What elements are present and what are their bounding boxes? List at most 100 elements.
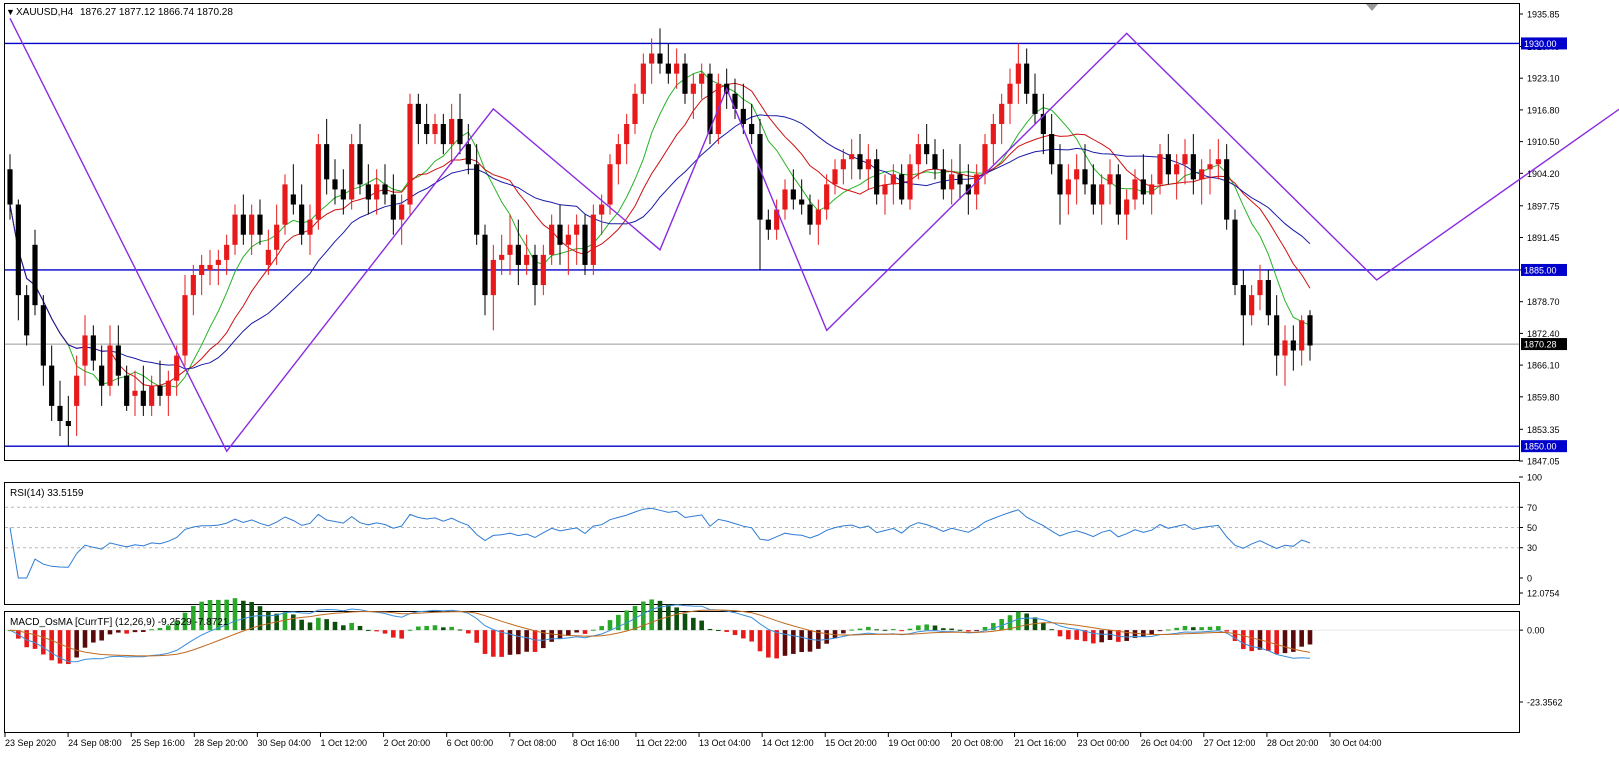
candle-body	[182, 295, 188, 356]
macd-histogram-bar	[1199, 627, 1204, 631]
y-tick-label: 1891.45	[1527, 233, 1560, 243]
price-tag-label: 1930.00	[1524, 39, 1557, 49]
macd-histogram-bar	[732, 630, 738, 635]
candle-body	[199, 264, 205, 276]
candle-body	[7, 169, 13, 205]
macd-histogram-bar	[432, 625, 438, 631]
candle-body	[690, 83, 696, 94]
macd-histogram-bar	[607, 620, 613, 631]
candle-body	[399, 204, 405, 220]
macd-histogram-bar	[957, 629, 963, 631]
macd-histogram-bar	[1166, 629, 1171, 631]
candle-body	[1082, 169, 1088, 185]
candle-body	[49, 365, 55, 406]
x-tick-label: 1 Oct 12:00	[320, 738, 367, 748]
macd-histogram-bar	[624, 610, 629, 631]
candle-body	[865, 159, 871, 170]
macd-histogram-bar	[341, 625, 346, 631]
candle-body	[890, 174, 896, 185]
candle-body	[1015, 63, 1021, 84]
candle-body	[1090, 184, 1096, 205]
macd-histogram-bar	[299, 619, 304, 631]
symbol-title: XAUUSD,H4	[16, 7, 74, 18]
macd-histogram-bar	[1282, 630, 1288, 654]
price-panel[interactable]	[4, 3, 1520, 461]
chart-dropdown-icon[interactable]: ▼	[6, 7, 15, 17]
candle-body	[1274, 315, 1280, 356]
price-tag-label: 1885.00	[1524, 265, 1557, 275]
macd-histogram-bar	[649, 599, 654, 631]
macd-histogram-bar	[232, 598, 238, 631]
macd-histogram-bar	[441, 627, 446, 631]
rsi-panel[interactable]	[4, 482, 1520, 605]
macd-histogram-bar	[949, 628, 954, 631]
candle-body	[1190, 154, 1196, 180]
candle-body	[882, 184, 888, 195]
candle-body	[357, 144, 363, 185]
macd-histogram-bar	[241, 600, 246, 631]
candle-body	[582, 224, 588, 265]
candle-body	[807, 204, 813, 225]
macd-tick-label: 0.00	[1527, 626, 1545, 636]
candle-body	[615, 144, 621, 165]
candle-body	[390, 194, 396, 220]
macd-histogram-bar	[407, 629, 413, 631]
candle-body	[207, 264, 213, 270]
macd-histogram-bar	[374, 630, 379, 632]
macd-histogram-bar	[1182, 625, 1188, 631]
candle-body	[449, 118, 455, 145]
candle-body	[215, 259, 221, 265]
candle-body	[949, 174, 955, 190]
candle-body	[990, 123, 996, 145]
candle-body	[1240, 285, 1246, 316]
candle-body	[840, 159, 846, 170]
candle-body	[1124, 199, 1130, 215]
macd-histogram-bar	[149, 629, 154, 631]
candle-body	[165, 380, 171, 396]
macd-histogram-bar	[749, 630, 754, 642]
macd-histogram-bar	[1049, 629, 1054, 631]
y-tick-label: 1935.85	[1527, 10, 1560, 20]
candle-body	[1232, 219, 1238, 286]
macd-histogram-bar	[1241, 630, 1246, 650]
macd-histogram-bar	[1157, 630, 1163, 632]
macd-histogram-bar	[874, 629, 879, 631]
chart-window: 1935.851929.401923.101916.801910.501904.…	[0, 0, 1619, 752]
candle-body	[299, 204, 305, 235]
candle-body	[607, 164, 613, 205]
macd-histogram-bar	[882, 629, 888, 631]
macd-histogram-bar	[674, 607, 679, 631]
candle-body	[574, 224, 580, 235]
candle-body	[699, 73, 705, 84]
candle-body	[257, 214, 263, 235]
candle-body	[315, 144, 321, 220]
candle-body	[924, 144, 930, 155]
macd-histogram-bar	[107, 630, 113, 635]
candle-body	[115, 345, 121, 376]
x-tick-label: 30 Sep 04:00	[257, 738, 311, 748]
candle-body	[407, 103, 413, 205]
candle-body	[957, 174, 963, 185]
candle-body	[1065, 179, 1071, 195]
macd-histogram-bar	[1174, 627, 1179, 631]
macd-histogram-bar	[682, 613, 688, 631]
y-tick-label: 1872.40	[1527, 329, 1560, 339]
candle-body	[599, 204, 605, 215]
macd-histogram-bar	[282, 612, 288, 631]
candle-body	[682, 63, 688, 94]
candle-body	[507, 244, 513, 255]
macd-histogram-bar	[1307, 630, 1313, 645]
macd-histogram-bar	[549, 630, 554, 642]
candle-body	[415, 103, 421, 124]
candle-body	[232, 214, 238, 245]
macd-histogram-bar	[707, 628, 713, 631]
x-tick-label: 11 Oct 22:00	[636, 738, 687, 748]
macd-histogram-bar	[1266, 630, 1271, 651]
macd-histogram-bar	[74, 630, 79, 658]
candle-body	[457, 118, 463, 145]
y-tick-label: 1847.05	[1527, 457, 1560, 467]
macd-histogram-bar	[482, 630, 488, 654]
candle-body	[857, 154, 863, 170]
macd-histogram-bar	[357, 625, 363, 631]
candle-body	[1057, 164, 1063, 195]
